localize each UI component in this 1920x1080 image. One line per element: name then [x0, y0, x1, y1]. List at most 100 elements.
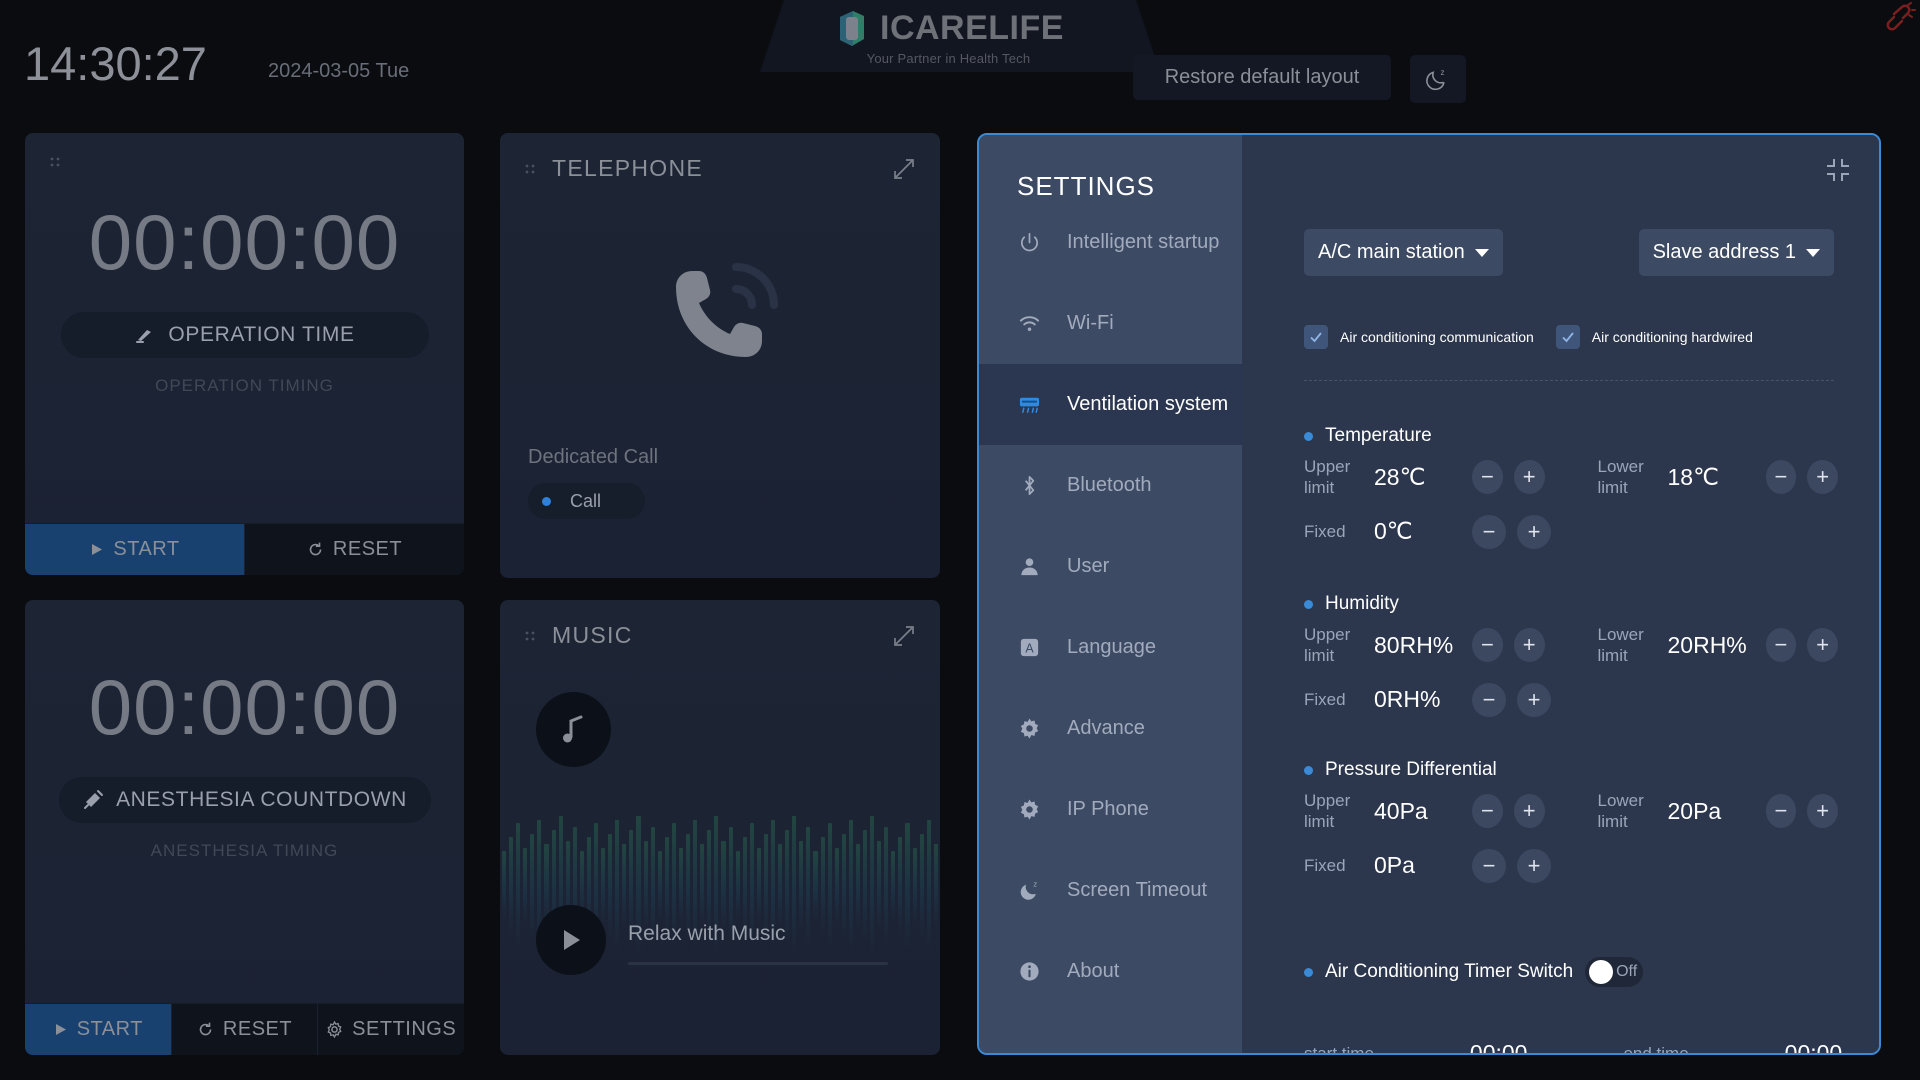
waveform-bar [785, 830, 790, 942]
section-name: Humidity [1325, 593, 1399, 614]
waveform-bar [778, 844, 783, 928]
section-pressure-differential: Pressure Differential Upper limit 40Pa −… [1304, 759, 1849, 887]
plus-upper-button[interactable]: + [1513, 628, 1545, 662]
waveform-bar [834, 847, 839, 925]
waveform-bar [820, 837, 825, 935]
lower-limit-label: Lower limit [1597, 625, 1644, 665]
waveform-bar [806, 826, 811, 946]
logo-tagline: Your Partner in Health Tech [866, 51, 1031, 66]
sidebar-item-intelligent-startup[interactable]: Intelligent startup [979, 202, 1242, 283]
sidebar-item-label: Ventilation system [1067, 393, 1229, 415]
sidebar-item-user[interactable]: User [979, 526, 1242, 607]
lower-limit-value: 20RH% [1667, 631, 1747, 658]
anesthesia-start-button[interactable]: START [25, 1004, 171, 1055]
sidebar-item-ventilation-system[interactable]: Ventilation system [979, 364, 1242, 445]
operation-start-button[interactable]: START [25, 524, 244, 575]
minus-lower-button[interactable]: − [1765, 460, 1797, 494]
plus-lower-button[interactable]: + [1807, 460, 1838, 494]
ac-timer-switch-toggle[interactable]: Off [1585, 957, 1644, 987]
timer-end-value: 00:00 [1784, 1040, 1843, 1055]
syringe-icon [84, 790, 104, 809]
app-screen: 14:30:27 2024-03-05 Tue ICARELIFE Your P… [0, 0, 1920, 1080]
anesthesia-countdown-mode-button[interactable]: ANESTHESIA COUNTDOWN [58, 777, 431, 823]
anesthesia-settings-button[interactable]: SETTINGS [317, 1004, 464, 1055]
track-progress-bar[interactable] [628, 962, 888, 965]
minus-fixed-button[interactable]: − [1472, 682, 1506, 717]
sidebar-item-label: About [1067, 960, 1120, 982]
plus-fixed-button[interactable]: + [1517, 848, 1551, 883]
plus-fixed-button[interactable]: + [1517, 682, 1551, 717]
sidebar-item-label: Advance [1067, 717, 1145, 739]
toggle-knob [1589, 960, 1614, 984]
minus-upper-button[interactable]: − [1472, 460, 1503, 494]
expand-icon[interactable] [892, 157, 916, 181]
waveform-bar [933, 844, 938, 928]
ac-mode-checkboxes: Air conditioning communication Air condi… [1304, 325, 1775, 349]
ac-station-dropdown[interactable]: A/C main station [1304, 229, 1503, 276]
slave-address-dropdown[interactable]: Slave address 1 [1638, 229, 1834, 276]
plus-upper-button[interactable]: + [1513, 794, 1545, 828]
svg-text:z: z [1033, 880, 1037, 889]
ac-hardwired-checkbox[interactable] [1555, 325, 1580, 349]
minus-lower-button[interactable]: − [1765, 794, 1797, 828]
ac-communication-checkbox[interactable] [1304, 325, 1328, 349]
drag-grip-icon[interactable] [524, 162, 538, 176]
waveform-bar [855, 844, 860, 928]
sidebar-item-wi-fi[interactable]: Wi-Fi [979, 283, 1242, 364]
svg-text:A: A [1025, 641, 1034, 655]
waveform-bar [601, 847, 606, 925]
collapse-icon[interactable] [1825, 157, 1851, 183]
plus-lower-button[interactable]: + [1807, 794, 1838, 828]
timer-end-label: end time [1623, 1043, 1689, 1055]
music-play-button[interactable] [536, 905, 606, 975]
waveform-bar [643, 840, 648, 932]
sidebar-item-advance[interactable]: Advance [979, 688, 1242, 769]
waveform-bar [608, 833, 613, 939]
sidebar-item-bluetooth[interactable]: Bluetooth [979, 445, 1242, 526]
anesthesia-countdown-label: ANESTHESIA COUNTDOWN [116, 788, 407, 811]
power-icon [1017, 231, 1041, 255]
waveform-bar [523, 847, 528, 925]
slave-address-value: Slave address 1 [1652, 241, 1796, 263]
anesthesia-reset-label: RESET [222, 1018, 293, 1040]
sidebar-item-language[interactable]: A Language [979, 607, 1242, 688]
minus-upper-button[interactable]: − [1472, 794, 1503, 828]
plus-upper-button[interactable]: + [1513, 460, 1545, 494]
minus-upper-button[interactable]: − [1472, 628, 1503, 662]
minus-fixed-button[interactable]: − [1472, 514, 1506, 549]
music-card: MUSIC Relax with Music [500, 600, 940, 1055]
anesthesia-start-label: START [76, 1018, 143, 1040]
drag-grip-icon[interactable] [524, 629, 538, 643]
ac-hardwired-label: Air conditioning hardwired [1591, 329, 1753, 345]
plus-fixed-button[interactable]: + [1517, 514, 1551, 549]
sidebar-item-label: User [1067, 555, 1110, 577]
music-header: MUSIC [500, 600, 940, 649]
icarelife-cube-icon [840, 11, 864, 46]
operation-time-mode-button[interactable]: OPERATION TIME [60, 312, 429, 358]
ac-timer-switch-section: Air Conditioning Timer Switch Off [1304, 957, 1849, 987]
bluetooth-icon [1024, 476, 1034, 495]
restore-default-layout-button[interactable]: Restore default layout [1133, 55, 1391, 100]
gear-icon [1020, 799, 1038, 820]
operation-timer-footer: START RESET [25, 523, 464, 575]
sidebar-item-screen-timeout[interactable]: z Screen Timeout [979, 850, 1242, 931]
operation-timer-digits: 00:00:00 [88, 198, 401, 286]
sleep-mode-button[interactable]: z [1410, 55, 1466, 103]
anesthesia-reset-button[interactable]: RESET [170, 1004, 318, 1055]
expand-icon[interactable] [892, 624, 916, 648]
operation-timer-card: 00:00:00 OPERATION TIME OPERATION TIMING… [25, 133, 464, 575]
call-button[interactable]: Call [528, 483, 645, 519]
operation-reset-button[interactable]: RESET [244, 524, 464, 575]
waveform-bar [841, 833, 846, 939]
minus-fixed-button[interactable]: − [1472, 848, 1506, 883]
logo-wordmark: ICARELIFE [880, 9, 1064, 47]
plus-lower-button[interactable]: + [1807, 628, 1838, 662]
sidebar-item-about[interactable]: About [979, 931, 1242, 1012]
minus-lower-button[interactable]: − [1765, 628, 1797, 662]
drag-grip-icon[interactable] [49, 155, 63, 169]
section-bullet [1304, 765, 1313, 775]
call-status-dot [542, 496, 551, 506]
sidebar-item-ip-phone[interactable]: IP Phone [979, 769, 1242, 850]
operation-timer-header [25, 133, 464, 169]
gear-icon [1017, 798, 1041, 822]
